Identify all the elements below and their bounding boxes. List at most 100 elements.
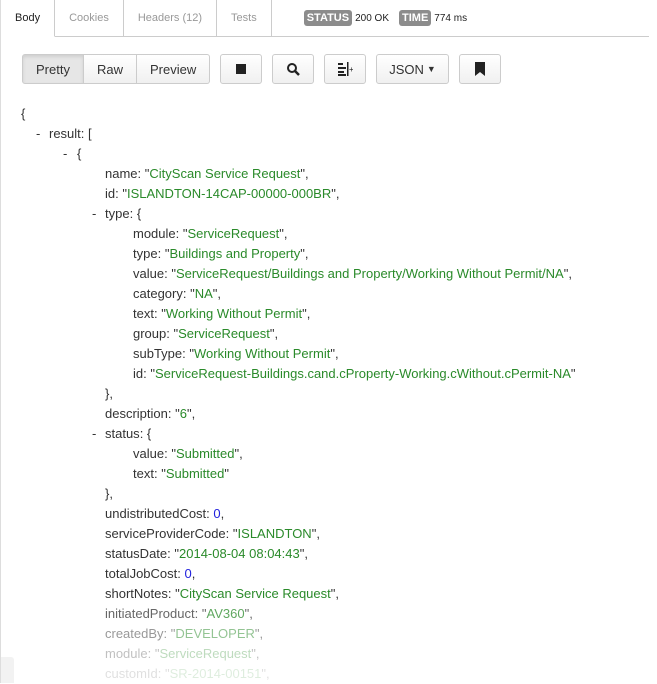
punctuation: , (335, 186, 340, 201)
punctuation: [ (88, 126, 92, 141)
colon: : (157, 246, 165, 261)
fullscreen-button[interactable] (220, 54, 263, 84)
colon: : (139, 426, 147, 441)
quote: " (570, 366, 576, 381)
punctuation: , (304, 546, 308, 561)
time-badge: TIME (399, 10, 432, 26)
collapse-toggle[interactable]: - (63, 144, 67, 164)
response-meta: STATUS 200 OK TIME 774 ms (303, 0, 477, 36)
wrap-lines-button[interactable]: + (324, 54, 367, 84)
json-content: type: { (105, 204, 141, 224)
punctuation: , (259, 626, 264, 641)
colon: : (137, 166, 145, 181)
json-content: id: "ServiceRequest-Buildings.cand.cProp… (133, 364, 576, 384)
string-value: AV360 (206, 606, 245, 621)
string-value: ISLANDTON (237, 526, 312, 541)
json-key: group (133, 326, 167, 341)
json-content: id: "ISLANDTON-14CAP-00000-000BR", (105, 184, 339, 204)
punctuation: , (304, 246, 309, 261)
json-content: { (21, 104, 25, 124)
json-key: shortNotes (105, 586, 168, 601)
search-icon (287, 63, 301, 76)
string-value: ServiceRequest (178, 326, 270, 341)
string-value: Working Without Permit (165, 306, 303, 321)
string-value: ServiceRequest (187, 226, 280, 241)
search-button[interactable] (272, 54, 315, 84)
json-key: undistributedCost (105, 506, 207, 521)
pretty-button[interactable]: Pretty (22, 54, 84, 84)
wrap-lines-icon: + (338, 62, 353, 76)
punctuation: { (136, 206, 142, 221)
collapse-toggle[interactable]: - (92, 204, 96, 224)
json-content: category: "NA", (133, 284, 221, 304)
string-value: ISLANDTON-14CAP-00000-000BR (126, 186, 332, 201)
json-key: subType (133, 346, 183, 361)
string-value: SR-2014-00151 (169, 666, 262, 681)
punctuation: { (146, 426, 152, 441)
punctuation: , (239, 446, 243, 461)
colon: : (147, 646, 155, 661)
json-key: status (105, 426, 140, 441)
string-value: ServiceRequest/Buildings and Property/Wo… (175, 266, 564, 281)
punctuation: , (305, 166, 309, 181)
collapse-toggle[interactable]: - (36, 124, 40, 144)
tab-tests[interactable]: Tests (217, 0, 272, 36)
status-value: 200 OK (355, 12, 390, 24)
punctuation: , (217, 286, 222, 301)
colon: : (163, 626, 171, 641)
save-example-button[interactable] (458, 54, 501, 84)
punctuation: }, (105, 386, 113, 401)
tab-headers[interactable]: Headers (12) (123, 0, 218, 36)
caret-down-icon: ▼ (426, 64, 436, 74)
quote: " (224, 466, 229, 481)
json-content: text: "Submitted" (133, 464, 229, 484)
bookmark-icon (474, 62, 485, 76)
string-value: NA (194, 286, 213, 301)
string-value: 6 (179, 406, 187, 421)
punctuation: , (334, 346, 339, 361)
colon: : (225, 526, 233, 541)
tab-body[interactable]: Body (1, 0, 56, 37)
json-content: { (77, 144, 81, 164)
json-key: type (133, 246, 158, 261)
json-content: status: { (105, 424, 151, 444)
json-content: type: "Buildings and Property", (133, 244, 309, 264)
json-key: module (133, 226, 176, 241)
collapse-toggle[interactable]: - (92, 424, 96, 444)
punctuation: , (283, 226, 288, 241)
json-key: text (133, 306, 154, 321)
tab-cookies[interactable]: Cookies (55, 0, 124, 36)
number-value: 0 (184, 566, 192, 581)
json-key: name (105, 166, 138, 181)
json-content: group: "ServiceRequest", (133, 324, 278, 344)
json-content: undistributedCost: 0, (105, 504, 224, 524)
string-value: CityScan Service Request (179, 586, 331, 601)
json-content: description: "6", (105, 404, 195, 424)
json-content: totalJobCost: 0, (105, 564, 195, 584)
preview-button[interactable]: Preview (136, 54, 211, 84)
json-key: statusDate (105, 546, 168, 561)
punctuation: , (191, 566, 196, 581)
json-content: }, (105, 384, 113, 404)
punctuation: { (77, 146, 82, 161)
raw-button[interactable]: Raw (83, 54, 137, 84)
json-content: subType: "Working Without Permit", (133, 344, 339, 364)
punctuation: , (266, 666, 270, 681)
format-dropdown[interactable]: JSON ▼ (376, 54, 449, 84)
string-value: 2014-08-04 08:04:43 (179, 546, 300, 561)
json-key: id (133, 366, 144, 381)
string-value: ServiceRequest (159, 646, 252, 661)
colon: : (157, 666, 165, 681)
colon: : (177, 566, 185, 581)
json-content: }, (105, 484, 113, 504)
json-content: name: "CityScan Service Request", (105, 164, 309, 184)
json-key: module (105, 646, 148, 661)
string-value: Submitted (175, 446, 235, 461)
colon: : (175, 226, 183, 241)
json-content: statusDate: "2014-08-04 08:04:43", (105, 544, 308, 564)
json-content: value: "ServiceRequest/Buildings and Pro… (133, 264, 572, 284)
punctuation: , (191, 406, 196, 421)
json-content: value: "Submitted", (133, 444, 243, 464)
string-value: Working Without Permit (194, 346, 331, 361)
svg-text:+: + (349, 65, 353, 74)
